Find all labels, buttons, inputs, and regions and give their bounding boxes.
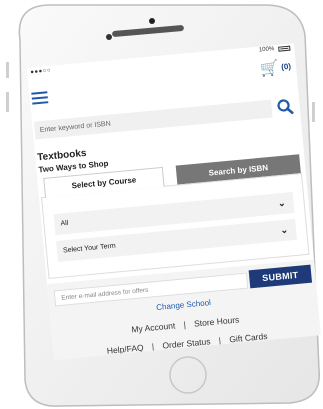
hamburger-menu-icon[interactable] [31, 91, 49, 105]
shopping-cart-icon: 🛒 [259, 59, 280, 79]
battery-percent: 100% [258, 46, 275, 54]
link-separator: | [151, 341, 155, 352]
term-select-value: Select Your Term [62, 242, 116, 255]
battery-icon [278, 45, 291, 52]
phone-screen: ●●●○○ 100% 🛒 (0) Enter keyword or ISBN T… [27, 43, 321, 360]
link-separator: | [218, 335, 222, 346]
chevron-down-icon: ⌄ [277, 197, 287, 209]
phone-frame: ●●●○○ 100% 🛒 (0) Enter keyword or ISBN T… [0, 0, 323, 409]
search-icon [277, 99, 294, 114]
school-select-value: All [60, 219, 69, 228]
chevron-down-icon: ⌄ [280, 224, 289, 236]
cart-count: (0) [280, 61, 292, 72]
search-button[interactable] [275, 97, 297, 117]
cart-button[interactable]: 🛒 (0) [260, 58, 292, 79]
signal-icon: ●●●○○ [30, 67, 52, 76]
link-separator: | [183, 319, 187, 330]
